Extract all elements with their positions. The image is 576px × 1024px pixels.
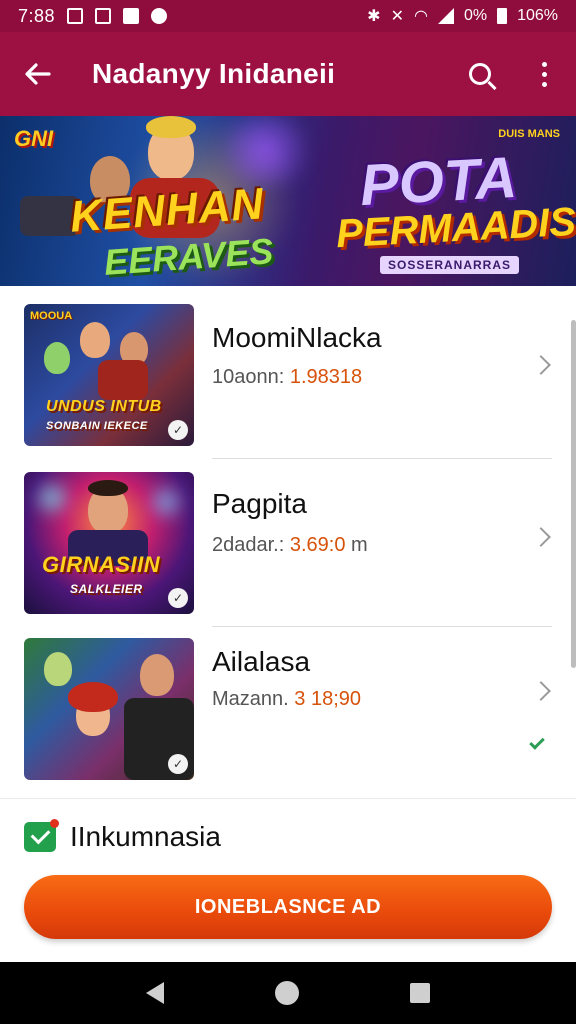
thumb-caption-sub: SONBAIN IEKECE [46,420,148,432]
nav-back-icon[interactable] [145,982,164,1004]
game-name: Pagpita [212,488,307,519]
thumb-caption: UNDUS INTUB [46,398,162,415]
nav-home-icon[interactable] [274,981,299,1005]
status-left: 7:88 [18,5,168,27]
back-button[interactable] [0,32,76,116]
cta-button[interactable]: IONEBLASNCE AD [24,875,552,939]
game-thumbnail: MOOUA UNDUS INTUB SONBAIN IEKECE ✓ [24,304,194,446]
dot-icon [151,8,168,24]
game-list: MOOUA UNDUS INTUB SONBAIN IEKECE ✓ Moomi… [0,286,576,798]
meta-value: 1.98318 [289,366,363,388]
chevron-right-icon [531,527,551,547]
game-meta: Mazann. 3 18;90 [212,688,361,711]
nosignal-icon: ✕ [390,8,404,25]
thumb-caption-sub: SALKLEIER [70,582,143,596]
more-options-button[interactable] [512,32,576,116]
game-name: Ailalasa [212,646,311,677]
badge-icon: ✓ [168,754,188,774]
list-item[interactable]: ✓ Ailalasa Mazann. 3 18;90 [0,626,576,794]
meta-label: 10aonn: [212,366,285,388]
chevron-right-icon [531,681,551,701]
list-item[interactable]: MOOUA UNDUS INTUB SONBAIN IEKECE ✓ Moomi… [0,286,576,454]
banner-logo: GNI [14,126,54,151]
status-bar: 7:88 ✱ ✕ ◠ 0% 106% [0,0,576,32]
back-arrow-icon [25,63,51,85]
meta-label: Mazann. [212,688,289,710]
meta-suffix: m [351,534,368,556]
system-nav-bar [0,962,576,1024]
energy-blast [210,116,320,186]
list-item[interactable]: GIRNASIIN SALKLEIER ✓ Pagpita 2dadar.: 3… [0,458,576,626]
more-vert-icon [541,61,547,87]
thumb-body [98,360,148,400]
meta-value: 3 18;90 [294,688,362,710]
bluetooth-icon: ✱ [367,8,381,25]
wifi-icon: ◠ [413,8,428,25]
thumb-glow [32,478,72,518]
thumb-face [140,654,174,696]
hero-hair [146,116,196,138]
thumb-caption: GIRNASIIN [42,552,161,577]
game-meta: 10aonn: 1.98318 [212,366,362,389]
search-icon [469,63,491,85]
scrollbar[interactable] [571,320,576,668]
game-thumbnail: GIRNASIIN SALKLEIER ✓ [24,472,194,614]
thumb-face [44,342,70,374]
game-name: MoomiNlacka [212,322,382,353]
thumb-hair [68,682,118,712]
verified-icon [24,819,59,852]
status-time: 7:88 [18,5,56,26]
thumb-glow [146,482,186,522]
banner-right-caption: SOSSERANARRAS [380,256,520,274]
game-meta: 2dadar.: 3.69:0 m [212,534,368,557]
nav-recents-icon[interactable] [410,983,431,1003]
badge-icon: ✓ [168,420,188,440]
thumb-hair [88,480,128,496]
meta-value: 3.69:0 [289,534,346,556]
image-icon [95,8,112,24]
game-thumbnail: ✓ [24,638,194,780]
thumb-header: MOOUA [30,310,73,322]
thumb-face [44,652,72,686]
meta-label: 2dadar.: [212,534,285,556]
network-text: 0% [463,7,488,24]
notification-icon [67,8,84,24]
search-button[interactable] [448,32,512,116]
chevron-right-icon [531,355,551,375]
app-bar: Nadanyy Inidaneii [0,32,576,116]
thumb-face [80,322,110,358]
status-right: ✱ ✕ ◠ 0% 106% [367,6,558,26]
banner-corner-text: DUIS MANS [498,128,560,140]
battery-text: 106% [517,7,558,24]
battery-icon [497,8,508,24]
verify-label: IInkumnasia [70,821,221,852]
badge-icon: ✓ [168,588,188,608]
verify-row: IInkumnasia [24,819,221,853]
check-icon [529,734,545,750]
mail-icon [123,8,140,24]
promo-banner[interactable]: GNI KENHAN EERAVES POTA PERMAADIS SOSSER… [0,116,576,286]
signal-icon [437,8,454,24]
bottom-panel: IInkumnasia IONEBLASNCE AD [0,798,576,962]
page-title: Nadanyy Inidaneii [92,58,336,89]
